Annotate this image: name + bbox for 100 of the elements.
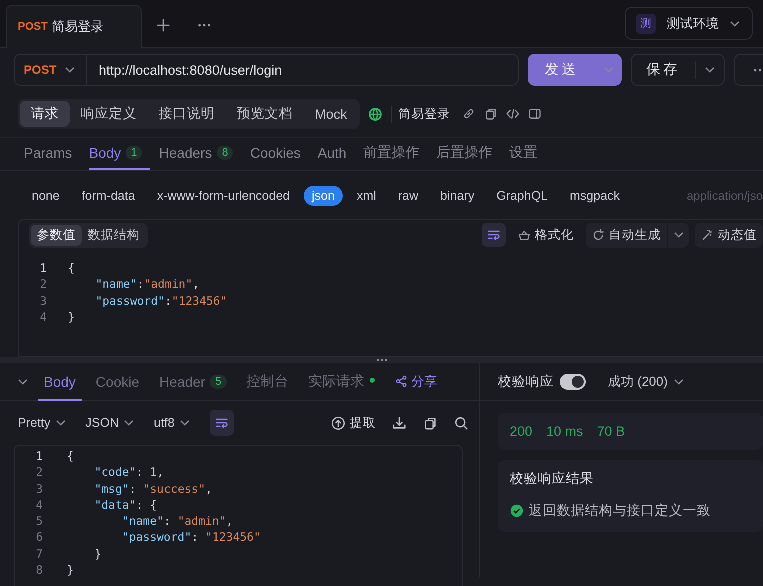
code-line: { [68, 260, 75, 276]
metric-value: 70 B [597, 424, 626, 439]
validation-label: 校验响应 [498, 372, 554, 390]
body-type-option[interactable]: xml [348, 186, 384, 206]
line-number: 1 [39, 260, 47, 276]
mode-tab[interactable]: 参数值 [31, 224, 82, 246]
add-icon[interactable] [156, 18, 171, 33]
line-number: 4 [35, 496, 43, 514]
copy-button[interactable] [423, 416, 438, 430]
code-line: } [68, 308, 75, 326]
download-icon [392, 416, 407, 430]
line-number: 1 [35, 448, 43, 464]
dynamic-button[interactable]: 动态值 [695, 222, 763, 248]
chevron-down-icon [604, 67, 614, 73]
globe-icon [368, 106, 384, 122]
line-number: 2 [35, 464, 43, 481]
param-tab[interactable]: Params [24, 138, 80, 170]
param-tab[interactable]: Headers 8 [159, 138, 242, 170]
line-number: 2 [39, 276, 47, 293]
body-type-option[interactable]: binary [432, 186, 483, 206]
extract-button[interactable]: 提取 [331, 414, 376, 432]
refresh-icon [592, 228, 605, 242]
send-button[interactable]: 发送 [528, 54, 622, 86]
wand-icon [701, 228, 714, 242]
section-tab[interactable]: 请求 [20, 101, 70, 127]
line-number: 4 [39, 308, 47, 326]
link-icon[interactable] [462, 107, 476, 121]
copy-icon[interactable] [484, 107, 498, 121]
format-select[interactable]: Pretty [18, 416, 66, 430]
environment-select[interactable]: 测 测试环境 [625, 7, 753, 40]
status-select[interactable]: 成功 (200) [608, 372, 684, 390]
upload-icon [331, 416, 346, 430]
chevron-down-icon [704, 67, 715, 73]
section-tab[interactable]: 预览文档 [226, 101, 304, 127]
chevron-down-icon [124, 420, 134, 426]
section-tab[interactable]: 响应定义 [70, 101, 148, 127]
param-tab[interactable]: Auth [318, 138, 355, 170]
count-badge: 1 [126, 146, 142, 160]
wrap-button[interactable] [210, 410, 234, 436]
validation-toggle[interactable] [560, 374, 586, 390]
body-type-option[interactable]: none [24, 186, 68, 206]
content-type-label: application/jso [686, 189, 763, 203]
chevron-down-icon [64, 67, 75, 73]
body-type-option[interactable]: form-data [74, 186, 144, 206]
api-name: 简易登录 [391, 106, 450, 122]
format-button[interactable]: 格式化 [512, 222, 580, 248]
mode-tab[interactable]: 数据结构 [82, 224, 146, 246]
response-tab[interactable]: Header 5 [154, 362, 233, 400]
metric-value: 200 [510, 424, 533, 439]
param-tab[interactable]: Cookies [250, 138, 309, 170]
check-circle-icon [510, 504, 524, 518]
body-type-option[interactable]: json [304, 186, 343, 206]
line-number: 5 [35, 513, 43, 530]
code-line: "name":"admin", [94, 276, 200, 293]
param-tab[interactable]: 后置操作 [436, 138, 501, 170]
body-type-option[interactable]: msgpack [562, 186, 628, 206]
param-tab[interactable]: 设置 [510, 138, 546, 170]
code-line: "password": "123456" [121, 529, 261, 546]
param-tab[interactable]: Body 1 [89, 138, 150, 170]
chevron-down-icon [730, 20, 740, 26]
line-number: 7 [35, 546, 43, 562]
search-icon [454, 416, 469, 430]
encoding-select[interactable]: utf8 [154, 416, 190, 430]
panel-icon[interactable] [528, 107, 542, 121]
url-field[interactable]: POST http://localhost:8080/user/login [14, 54, 520, 86]
count-badge: 5 [210, 374, 227, 388]
chevron-down-icon [674, 378, 684, 384]
environment-badge: 测 [636, 14, 656, 34]
result-text: 返回数据结构与接口定义一致 [529, 502, 711, 520]
code-line: "msg": "success", [94, 480, 212, 497]
section-tab[interactable]: 接口说明 [148, 101, 226, 127]
body-type-option[interactable]: GraphQL [488, 186, 556, 206]
share-icon [394, 375, 408, 388]
param-tab[interactable]: 前置操作 [364, 138, 428, 170]
wrap-button[interactable] [482, 223, 506, 247]
code-line: } [94, 546, 102, 562]
body-type-option[interactable]: x-www-form-urlencoded [149, 186, 298, 206]
resize-handle[interactable] [376, 359, 386, 361]
section-tab[interactable]: Mock [304, 101, 358, 127]
search-button[interactable] [454, 416, 469, 430]
body-type-option[interactable]: raw [390, 186, 427, 206]
code-line: "code": 1, [94, 464, 164, 481]
share-button[interactable]: 分享 [388, 372, 444, 392]
download-button[interactable] [392, 416, 407, 430]
save-button[interactable]: 保存 [631, 54, 725, 86]
code-icon[interactable] [506, 107, 520, 121]
chevron-down-icon [180, 420, 190, 426]
wrap-icon [214, 416, 229, 430]
request-tab[interactable]: POST 简易登录 [6, 5, 142, 48]
collapse-icon [18, 378, 28, 384]
response-tab[interactable]: Body [38, 362, 82, 400]
metric-value: 10 ms [546, 424, 584, 439]
chevron-down-icon [674, 232, 684, 238]
line-number: 8 [35, 562, 43, 578]
language-select[interactable]: JSON [86, 416, 134, 430]
code-line: "data": { [94, 496, 158, 514]
line-number: 3 [39, 292, 47, 309]
code-line: "name": "admin", [121, 513, 234, 530]
chevron-down-icon [56, 420, 66, 426]
method-select[interactable]: POST [15, 55, 87, 85]
